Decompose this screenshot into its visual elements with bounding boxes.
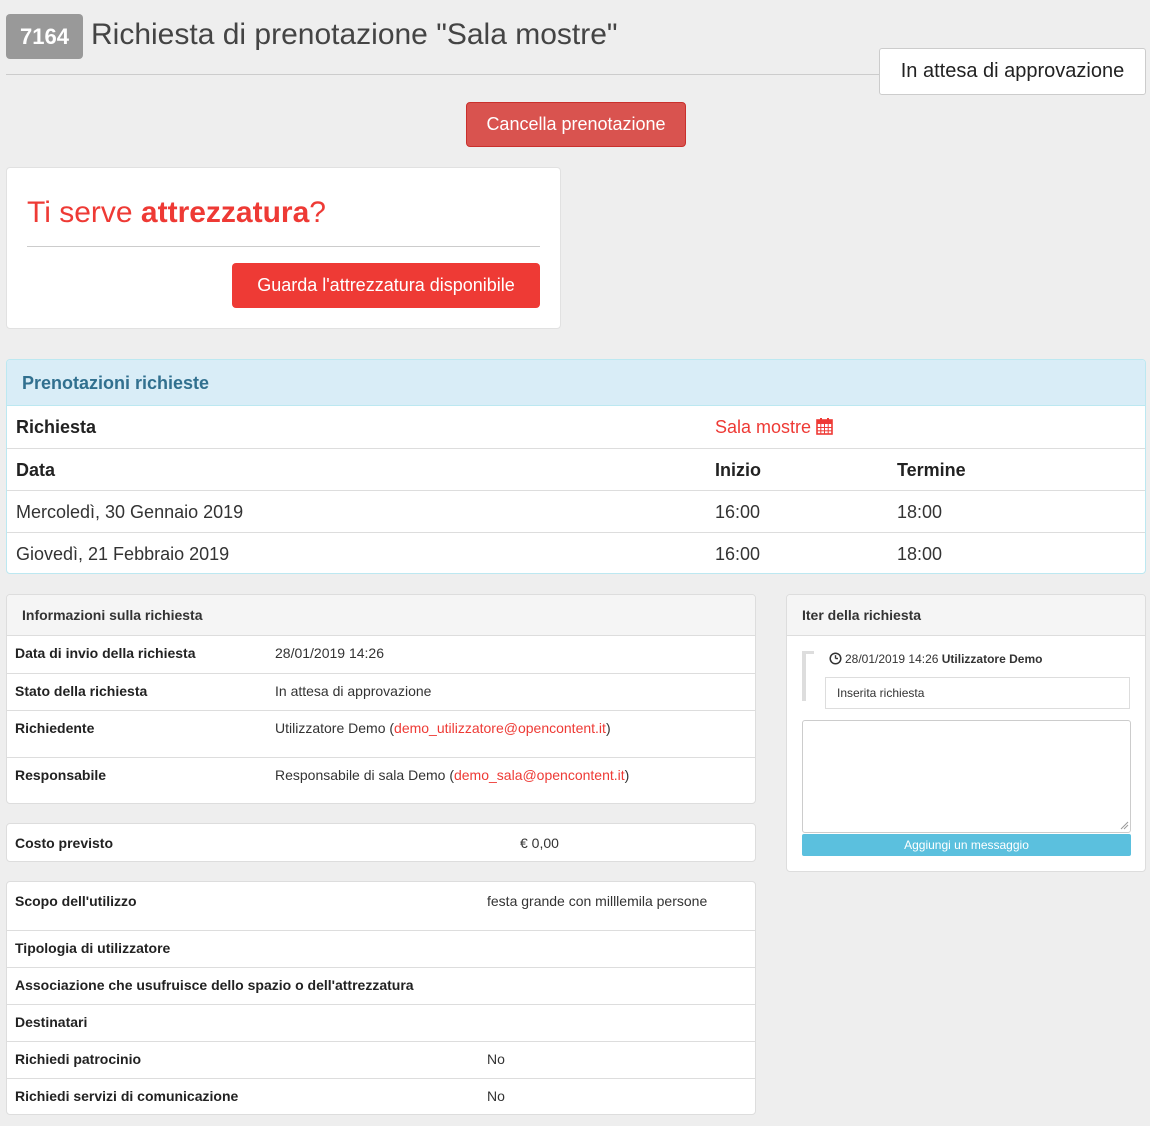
details-row-scope: Scopo dell'utilizzo festa grande con mil… bbox=[7, 882, 755, 930]
header-divider bbox=[6, 74, 880, 75]
equipment-title-suffix: ? bbox=[309, 196, 326, 229]
booking-date: Mercoledì, 30 Gennaio 2019 bbox=[16, 502, 244, 522]
info-row-sent: Data di invio della richiesta 28/01/2019… bbox=[7, 636, 755, 673]
resize-grip-icon[interactable] bbox=[1120, 821, 1129, 830]
message-textarea[interactable] bbox=[802, 720, 1131, 833]
details-row-communication: Richiedi servizi di comunicazione No bbox=[7, 1078, 755, 1114]
details-row-recipients: Destinatari bbox=[7, 1004, 755, 1041]
booking-start: 16:00 bbox=[715, 502, 761, 522]
requester-close: ) bbox=[605, 720, 611, 736]
bookings-request-row: Richiesta Sala mostre bbox=[7, 406, 1145, 448]
column-header-date: Data bbox=[16, 460, 56, 480]
details-row-patronage: Richiedi patrocinio No bbox=[7, 1041, 755, 1078]
booking-start: 16:00 bbox=[715, 544, 761, 564]
bookings-columns-row: Data Inizio Termine bbox=[7, 448, 1145, 490]
state-label: Stato della richiesta bbox=[15, 683, 148, 699]
communication-label: Richiedi servizi di comunicazione bbox=[15, 1088, 239, 1104]
requester-label: Richiedente bbox=[15, 720, 95, 736]
manager-email-link[interactable]: demo_sala@opencontent.it bbox=[454, 767, 625, 783]
request-info-header: Informazioni sulla richiesta bbox=[7, 595, 755, 636]
sent-label: Data di invio della richiesta bbox=[15, 645, 196, 661]
cost-panel: Costo previsto € 0,00 bbox=[6, 823, 756, 862]
details-row-association: Associazione che usufruisce dello spazio… bbox=[7, 967, 755, 1004]
patronage-value: No bbox=[487, 1051, 505, 1067]
communication-value: No bbox=[487, 1088, 505, 1104]
requester-name: Utilizzatore Demo ( bbox=[275, 720, 395, 736]
scope-label: Scopo dell'utilizzo bbox=[15, 893, 137, 909]
equipment-card: Ti serve attrezzatura? Guarda l'attrezza… bbox=[6, 167, 561, 329]
manager-label: Responsabile bbox=[15, 767, 107, 783]
view-equipment-button[interactable]: Guarda l'attrezzatura disponibile bbox=[232, 263, 540, 308]
add-message-button[interactable]: Aggiungi un messaggio bbox=[802, 834, 1131, 856]
request-id-badge: 7164 bbox=[6, 14, 83, 59]
info-row-state: Stato della richiesta In attesa di appro… bbox=[7, 673, 755, 710]
booking-row: Giovedì, 21 Febbraio 2019 16:00 18:00 bbox=[7, 532, 1145, 573]
details-row-user-type: Tipologia di utilizzatore bbox=[7, 930, 755, 967]
request-info-body: Data di invio della richiesta 28/01/2019… bbox=[7, 636, 755, 803]
sent-value: 28/01/2019 14:26 bbox=[275, 645, 384, 661]
iter-panel: Iter della richiesta 28/01/2019 14:26 Ut… bbox=[786, 594, 1146, 872]
patronage-label: Richiedi patrocinio bbox=[15, 1051, 142, 1067]
bookings-panel-header: Prenotazioni richieste bbox=[7, 360, 1145, 406]
room-name[interactable]: Sala mostre bbox=[715, 417, 811, 437]
cancel-booking-button[interactable]: Cancella prenotazione bbox=[466, 102, 686, 147]
room-link[interactable]: Sala mostre bbox=[715, 406, 833, 448]
page-title: Richiesta di prenotazione "Sala mostre" bbox=[91, 18, 618, 51]
state-value: In attesa di approvazione bbox=[275, 683, 432, 699]
column-header-end: Termine bbox=[897, 460, 966, 480]
timeline-entry-message: Inserita richiesta bbox=[825, 677, 1130, 709]
requester-email-link[interactable]: demo_utilizzatore@opencontent.it bbox=[394, 720, 606, 736]
equipment-title: Ti serve attrezzatura? bbox=[27, 196, 326, 230]
booking-row: Mercoledì, 30 Gennaio 2019 16:00 18:00 bbox=[7, 490, 1145, 532]
timeline-entry-datetime: 28/01/2019 14:26 bbox=[845, 652, 939, 666]
requester-value: Utilizzatore Demo (demo_utilizzatore@ope… bbox=[275, 720, 611, 736]
cost-value: € 0,00 bbox=[520, 835, 559, 851]
info-row-manager: Responsabile Responsabile di sala Demo (… bbox=[7, 757, 755, 803]
user-type-label: Tipologia di utilizzatore bbox=[15, 940, 171, 956]
cost-label: Costo previsto bbox=[15, 835, 114, 851]
booking-end: 18:00 bbox=[897, 502, 943, 522]
timeline-entry-user: Utilizzatore Demo bbox=[941, 652, 1043, 666]
equipment-title-bold: attrezzatura bbox=[140, 196, 310, 229]
info-row-requester: Richiedente Utilizzatore Demo (demo_util… bbox=[7, 710, 755, 757]
details-panel: Scopo dell'utilizzo festa grande con mil… bbox=[6, 881, 756, 1115]
scope-value: festa grande con milllemila persone bbox=[487, 893, 708, 909]
cost-row: Costo previsto € 0,00 bbox=[7, 824, 755, 861]
request-info-panel: Informazioni sulla richiesta Data di inv… bbox=[6, 594, 756, 804]
equipment-title-prefix: Ti serve bbox=[27, 196, 141, 229]
equipment-divider bbox=[27, 246, 540, 247]
association-label: Associazione che usufruisce dello spazio… bbox=[15, 977, 414, 993]
manager-close: ) bbox=[624, 767, 630, 783]
iter-header: Iter della richiesta bbox=[787, 595, 1145, 636]
calendar-icon[interactable] bbox=[816, 417, 833, 435]
timeline-line bbox=[802, 651, 806, 701]
request-label: Richiesta bbox=[16, 417, 97, 437]
bookings-panel: Prenotazioni richieste Richiesta Sala mo… bbox=[6, 359, 1146, 574]
status-badge: In attesa di approvazione bbox=[879, 48, 1146, 95]
manager-name: Responsabile di sala Demo ( bbox=[275, 767, 454, 783]
booking-date: Giovedì, 21 Febbraio 2019 bbox=[16, 544, 230, 564]
recipients-label: Destinatari bbox=[15, 1014, 88, 1030]
bookings-panel-title: Prenotazioni richieste bbox=[22, 373, 210, 393]
clock-icon bbox=[829, 652, 842, 665]
manager-value: Responsabile di sala Demo (demo_sala@ope… bbox=[275, 767, 629, 783]
timeline-entry-meta: 28/01/2019 14:26 Utilizzatore Demo bbox=[845, 652, 1042, 666]
column-header-start: Inizio bbox=[715, 460, 761, 480]
timeline-line-cap bbox=[802, 651, 814, 654]
booking-end: 18:00 bbox=[897, 544, 943, 564]
